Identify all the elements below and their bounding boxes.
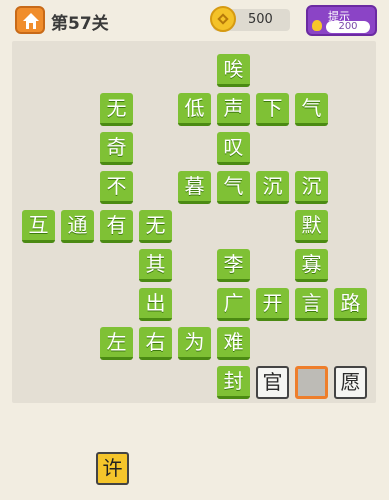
grid-tile: 有 (100, 210, 133, 243)
grid-tile: 开 (256, 288, 289, 321)
grid-tile: 李 (217, 249, 250, 282)
grid-tile-empty-selected[interactable] (295, 366, 328, 399)
grid-tile: 出 (139, 288, 172, 321)
coin-icon (210, 6, 236, 32)
lightbulb-icon (312, 20, 322, 31)
grid-tile: 奇 (100, 132, 133, 165)
grid-tile: 其 (139, 249, 172, 282)
home-button[interactable] (15, 6, 45, 34)
grid-tile-filled[interactable]: 愿 (334, 366, 367, 399)
grid-tile: 寡 (295, 249, 328, 282)
grid-tile: 下 (256, 93, 289, 126)
grid-tile: 声 (217, 93, 250, 126)
home-icon (23, 13, 39, 29)
grid-tile: 难 (217, 327, 250, 360)
coin-counter: 500 (210, 6, 290, 32)
grid-tile: 默 (295, 210, 328, 243)
grid-tile: 路 (334, 288, 367, 321)
grid-tile: 无 (139, 210, 172, 243)
hint-cost: 200 (326, 21, 370, 33)
grid-tile: 不 (100, 171, 133, 204)
grid-tile: 气 (217, 171, 250, 204)
hint-button[interactable]: 提示 200 (306, 5, 377, 36)
grid-tile: 互 (22, 210, 55, 243)
grid-tile: 封 (217, 366, 250, 399)
answer-option-tile[interactable]: 许 (96, 452, 129, 485)
grid-tile: 右 (139, 327, 172, 360)
grid-tile: 通 (61, 210, 94, 243)
grid-tile: 无 (100, 93, 133, 126)
top-bar: 第57关 500 提示 200 (0, 0, 389, 40)
grid-tile: 左 (100, 327, 133, 360)
grid-tile: 沉 (295, 171, 328, 204)
coin-count: 500 (248, 12, 273, 27)
grid-tile: 气 (295, 93, 328, 126)
grid-tile: 为 (178, 327, 211, 360)
grid-tile: 暮 (178, 171, 211, 204)
grid-tile: 叹 (217, 132, 250, 165)
grid-tile: 言 (295, 288, 328, 321)
grid-tile: 广 (217, 288, 250, 321)
grid-tile: 唉 (217, 54, 250, 87)
puzzle-board: 唉 无 低 声 下 气 奇 叹 不 暮 气 沉 沉 互 通 有 无 默 其 李 … (12, 41, 376, 403)
grid-tile: 低 (178, 93, 211, 126)
grid-tile: 沉 (256, 171, 289, 204)
level-title: 第57关 (51, 14, 109, 34)
grid-tile-filled[interactable]: 官 (256, 366, 289, 399)
